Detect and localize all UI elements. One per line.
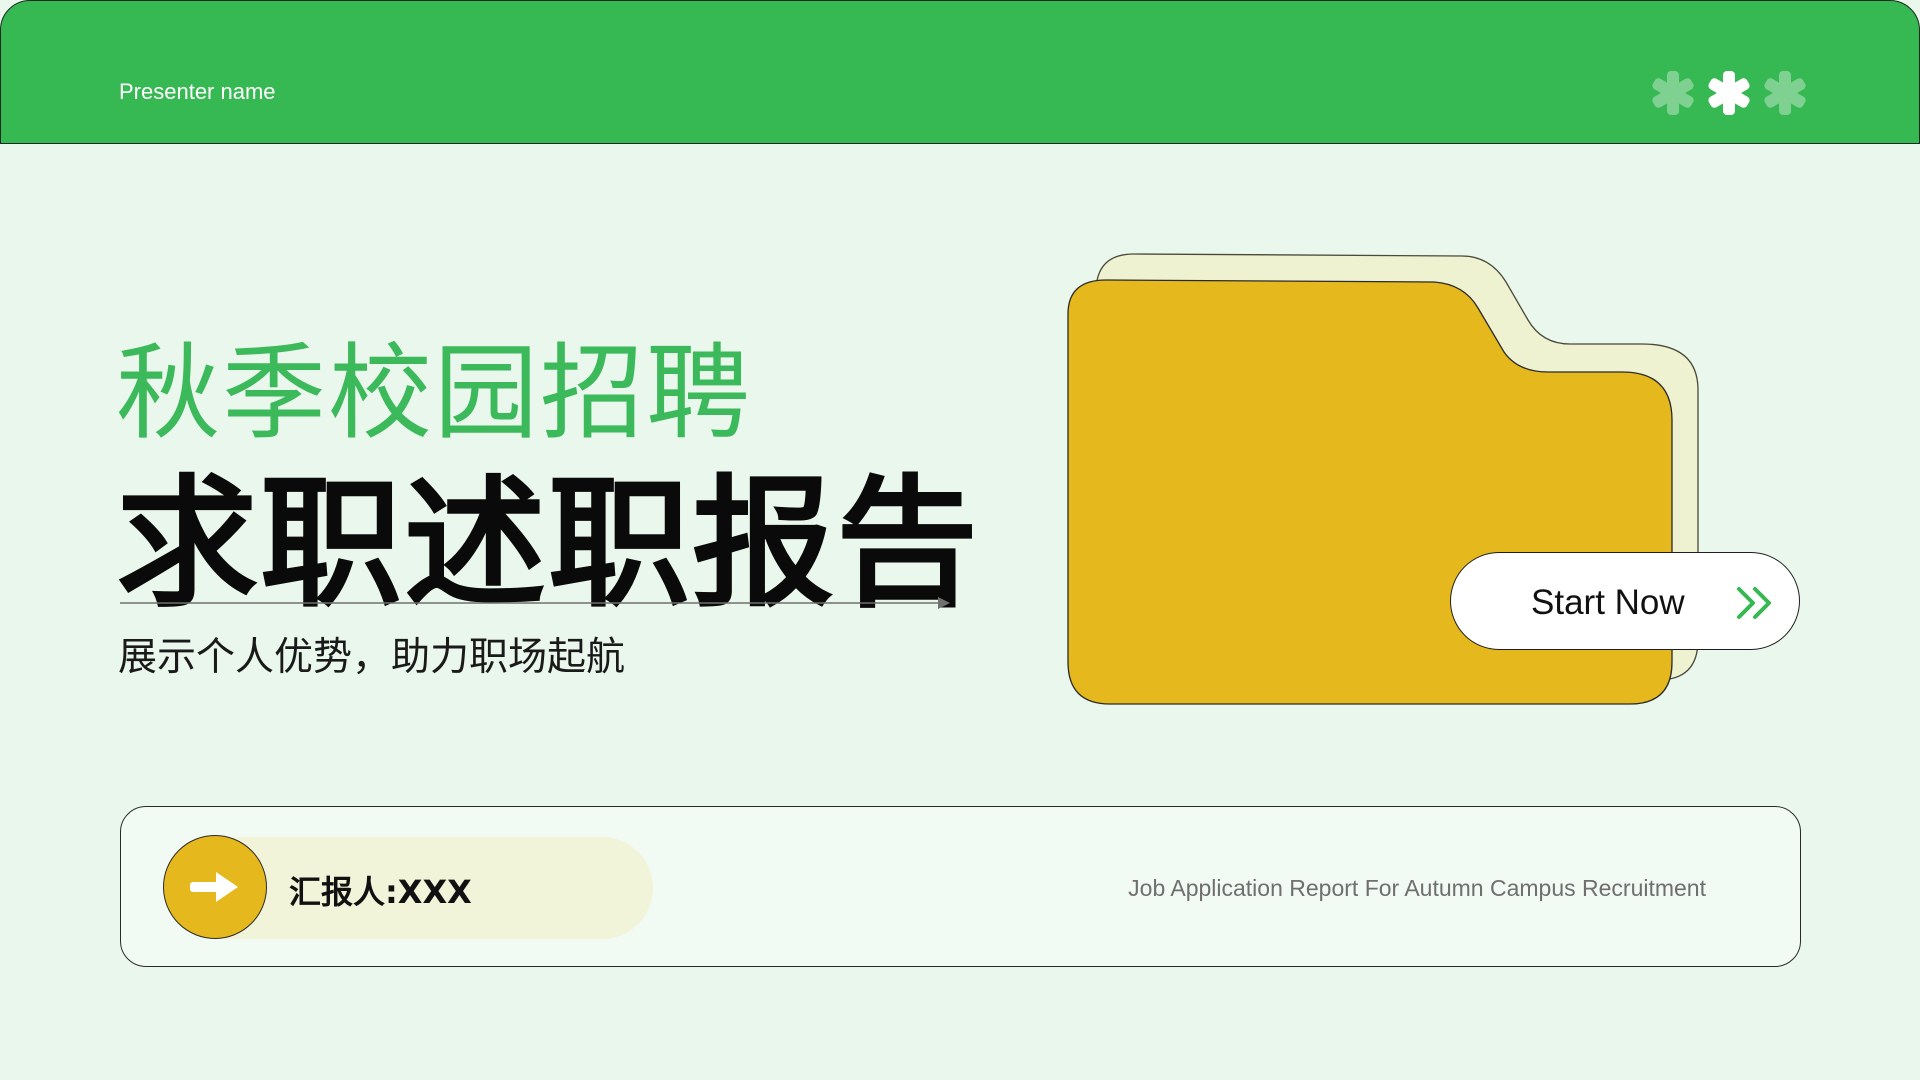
divider-arrow	[120, 597, 950, 609]
start-now-button[interactable]: Start Now	[1450, 552, 1800, 650]
decor-stars	[1649, 65, 1809, 121]
info-card: 汇报人:XXX Job Application Report For Autum…	[120, 806, 1801, 967]
double-chevron-right-icon	[1737, 587, 1771, 619]
presenter-name: Presenter name	[119, 79, 276, 104]
hero-tagline: 展示个人优势，助力职场起航	[118, 635, 626, 680]
asterisk-icon	[1708, 71, 1750, 115]
header-bar: Presenter name	[0, 0, 1920, 144]
reporter-label: 汇报人:XXX	[289, 873, 472, 911]
english-subtitle: Job Application Report For Autumn Campus…	[1128, 875, 1706, 901]
asterisk-icon	[1764, 71, 1806, 115]
arrow-circle-button[interactable]	[163, 835, 267, 939]
arrow-right-icon	[190, 872, 238, 902]
start-now-label: Start Now	[1531, 583, 1685, 622]
asterisk-icon	[1652, 71, 1694, 115]
